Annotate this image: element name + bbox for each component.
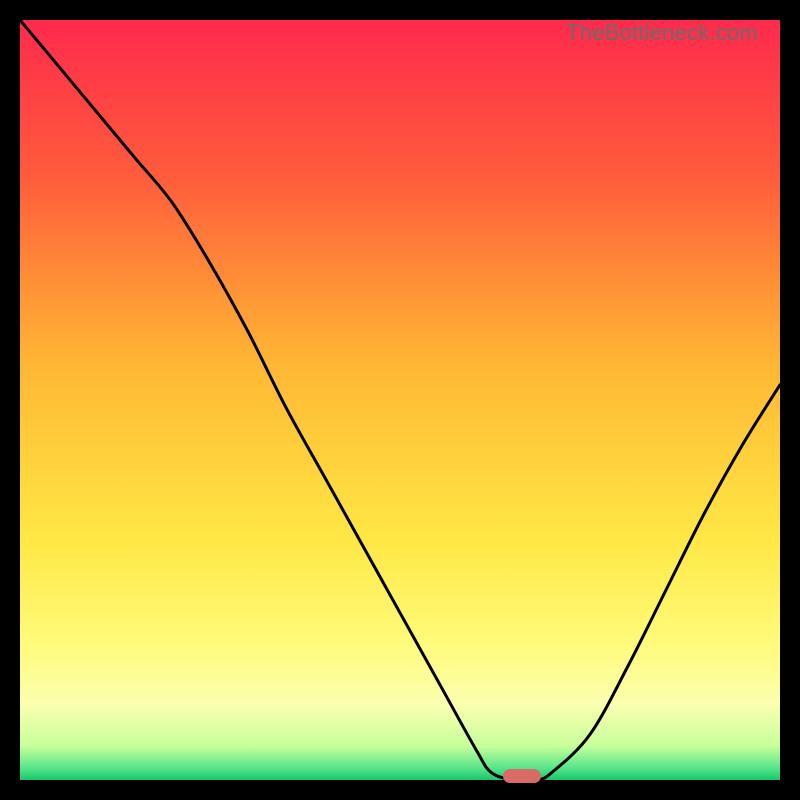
chart-frame: TheBottleneck.com xyxy=(20,20,780,780)
bottleneck-curve xyxy=(20,20,780,780)
optimum-marker xyxy=(503,769,541,783)
